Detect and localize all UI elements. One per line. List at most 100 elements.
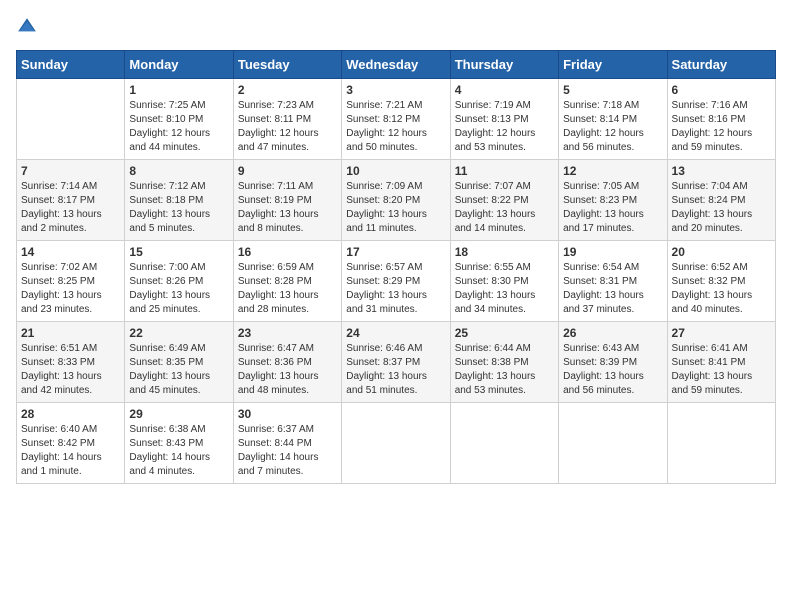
calendar-cell: 12 Sunrise: 7:05 AMSunset: 8:23 PMDayligh… <box>559 160 667 241</box>
cell-content: Sunrise: 7:02 AMSunset: 8:25 PMDaylight:… <box>21 261 120 317</box>
day-number: 8 <box>129 164 228 178</box>
calendar-cell: 13Sunrise: 7:04 AMSunset: 8:24 PMDayligh… <box>667 160 775 241</box>
day-number: 28 <box>21 407 120 421</box>
day-number: 4 <box>455 83 554 97</box>
column-header-saturday: Saturday <box>667 51 775 79</box>
day-number: 3 <box>346 83 445 97</box>
calendar-table: SundayMondayTuesdayWednesdayThursdayFrid… <box>16 50 776 484</box>
day-number: 22 <box>129 326 228 340</box>
calendar-cell: 9 Sunrise: 7:11 AMSunset: 8:19 PMDaylight… <box>233 160 341 241</box>
calendar-cell: 20 Sunrise: 6:52 AMSunset: 8:32 PMDayligh… <box>667 241 775 322</box>
cell-content: Sunrise: 7:25 AMSunset: 8:10 PMDaylight:… <box>129 99 228 155</box>
column-header-thursday: Thursday <box>450 51 558 79</box>
column-header-friday: Friday <box>559 51 667 79</box>
calendar-cell: 14 Sunrise: 7:02 AMSunset: 8:25 PMDayligh… <box>17 241 125 322</box>
day-number: 5 <box>563 83 662 97</box>
day-number: 20 <box>672 245 771 259</box>
day-number: 15 <box>129 245 228 259</box>
cell-content: Sunrise: 7:11 AMSunset: 8:19 PMDaylight:… <box>238 180 337 236</box>
cell-content: Sunrise: 7:16 AMSunset: 8:16 PMDaylight:… <box>672 99 771 155</box>
cell-content: Sunrise: 7:14 AMSunset: 8:17 PMDaylight:… <box>21 180 120 236</box>
calendar-cell <box>667 403 775 484</box>
logo-icon <box>16 16 38 38</box>
cell-content: Sunrise: 7:19 AMSunset: 8:13 PMDaylight:… <box>455 99 554 155</box>
week-row-4: 21 Sunrise: 6:51 AMSunset: 8:33 PMDayligh… <box>17 322 776 403</box>
day-number: 6 <box>672 83 771 97</box>
day-number: 24 <box>346 326 445 340</box>
day-number: 9 <box>238 164 337 178</box>
day-number: 27 <box>672 326 771 340</box>
calendar-cell: 19 Sunrise: 6:54 AMSunset: 8:31 PMDayligh… <box>559 241 667 322</box>
calendar-cell: 4 Sunrise: 7:19 AMSunset: 8:13 PMDaylight… <box>450 79 558 160</box>
day-number: 18 <box>455 245 554 259</box>
calendar-cell: 7 Sunrise: 7:14 AMSunset: 8:17 PMDaylight… <box>17 160 125 241</box>
day-number: 14 <box>21 245 120 259</box>
calendar-cell <box>342 403 450 484</box>
day-number: 26 <box>563 326 662 340</box>
cell-content: Sunrise: 6:43 AMSunset: 8:39 PMDaylight:… <box>563 342 662 398</box>
cell-content: Sunrise: 6:37 AMSunset: 8:44 PMDaylight:… <box>238 423 337 479</box>
calendar-cell: 3 Sunrise: 7:21 AMSunset: 8:12 PMDaylight… <box>342 79 450 160</box>
calendar-cell: 30Sunrise: 6:37 AMSunset: 8:44 PMDayligh… <box>233 403 341 484</box>
cell-content: Sunrise: 6:47 AMSunset: 8:36 PMDaylight:… <box>238 342 337 398</box>
day-number: 16 <box>238 245 337 259</box>
cell-content: Sunrise: 7:07 AMSunset: 8:22 PMDaylight:… <box>455 180 554 236</box>
cell-content: Sunrise: 7:23 AMSunset: 8:11 PMDaylight:… <box>238 99 337 155</box>
calendar-cell: 28 Sunrise: 6:40 AMSunset: 8:42 PMDayligh… <box>17 403 125 484</box>
cell-content: Sunrise: 7:12 AMSunset: 8:18 PMDaylight:… <box>129 180 228 236</box>
day-number: 19 <box>563 245 662 259</box>
calendar-cell: 2Sunrise: 7:23 AMSunset: 8:11 PMDaylight… <box>233 79 341 160</box>
column-header-sunday: Sunday <box>17 51 125 79</box>
cell-content: Sunrise: 6:52 AMSunset: 8:32 PMDaylight:… <box>672 261 771 317</box>
cell-content: Sunrise: 6:41 AMSunset: 8:41 PMDaylight:… <box>672 342 771 398</box>
calendar-cell: 21 Sunrise: 6:51 AMSunset: 8:33 PMDayligh… <box>17 322 125 403</box>
cell-content: Sunrise: 6:55 AMSunset: 8:30 PMDaylight:… <box>455 261 554 317</box>
day-number: 21 <box>21 326 120 340</box>
cell-content: Sunrise: 6:51 AMSunset: 8:33 PMDaylight:… <box>21 342 120 398</box>
column-header-tuesday: Tuesday <box>233 51 341 79</box>
cell-content: Sunrise: 6:57 AMSunset: 8:29 PMDaylight:… <box>346 261 445 317</box>
logo <box>16 16 46 38</box>
day-number: 13 <box>672 164 771 178</box>
cell-content: Sunrise: 7:00 AMSunset: 8:26 PMDaylight:… <box>129 261 228 317</box>
cell-content: Sunrise: 7:09 AMSunset: 8:20 PMDaylight:… <box>346 180 445 236</box>
day-number: 17 <box>346 245 445 259</box>
calendar-cell: 25 Sunrise: 6:44 AMSunset: 8:38 PMDayligh… <box>450 322 558 403</box>
cell-content: Sunrise: 6:44 AMSunset: 8:38 PMDaylight:… <box>455 342 554 398</box>
day-number: 23 <box>238 326 337 340</box>
header-row: SundayMondayTuesdayWednesdayThursdayFrid… <box>17 51 776 79</box>
calendar-cell: 5 Sunrise: 7:18 AMSunset: 8:14 PMDaylight… <box>559 79 667 160</box>
day-number: 11 <box>455 164 554 178</box>
calendar-cell: 16 Sunrise: 6:59 AMSunset: 8:28 PMDayligh… <box>233 241 341 322</box>
day-number: 29 <box>129 407 228 421</box>
calendar-cell: 17 Sunrise: 6:57 AMSunset: 8:29 PMDayligh… <box>342 241 450 322</box>
column-header-wednesday: Wednesday <box>342 51 450 79</box>
column-header-monday: Monday <box>125 51 233 79</box>
week-row-2: 7 Sunrise: 7:14 AMSunset: 8:17 PMDaylight… <box>17 160 776 241</box>
cell-content: Sunrise: 6:59 AMSunset: 8:28 PMDaylight:… <box>238 261 337 317</box>
calendar-cell: 22 Sunrise: 6:49 AMSunset: 8:35 PMDayligh… <box>125 322 233 403</box>
cell-content: Sunrise: 7:18 AMSunset: 8:14 PMDaylight:… <box>563 99 662 155</box>
day-number: 7 <box>21 164 120 178</box>
cell-content: Sunrise: 6:49 AMSunset: 8:35 PMDaylight:… <box>129 342 228 398</box>
cell-content: Sunrise: 7:21 AMSunset: 8:12 PMDaylight:… <box>346 99 445 155</box>
calendar-cell: 8 Sunrise: 7:12 AMSunset: 8:18 PMDaylight… <box>125 160 233 241</box>
calendar-cell: 10 Sunrise: 7:09 AMSunset: 8:20 PMDayligh… <box>342 160 450 241</box>
week-row-3: 14 Sunrise: 7:02 AMSunset: 8:25 PMDayligh… <box>17 241 776 322</box>
cell-content: Sunrise: 6:54 AMSunset: 8:31 PMDaylight:… <box>563 261 662 317</box>
day-number: 25 <box>455 326 554 340</box>
calendar-cell <box>17 79 125 160</box>
calendar-cell: 24 Sunrise: 6:46 AMSunset: 8:37 PMDayligh… <box>342 322 450 403</box>
day-number: 10 <box>346 164 445 178</box>
calendar-cell: 27 Sunrise: 6:41 AMSunset: 8:41 PMDayligh… <box>667 322 775 403</box>
calendar-cell <box>450 403 558 484</box>
cell-content: Sunrise: 6:40 AMSunset: 8:42 PMDaylight:… <box>21 423 120 479</box>
calendar-cell: 23 Sunrise: 6:47 AMSunset: 8:36 PMDayligh… <box>233 322 341 403</box>
day-number: 12 <box>563 164 662 178</box>
day-number: 1 <box>129 83 228 97</box>
cell-content: Sunrise: 7:05 AMSunset: 8:23 PMDaylight:… <box>563 180 662 236</box>
calendar-cell <box>559 403 667 484</box>
calendar-cell: 18 Sunrise: 6:55 AMSunset: 8:30 PMDayligh… <box>450 241 558 322</box>
cell-content: Sunrise: 6:46 AMSunset: 8:37 PMDaylight:… <box>346 342 445 398</box>
page-header <box>16 16 776 38</box>
